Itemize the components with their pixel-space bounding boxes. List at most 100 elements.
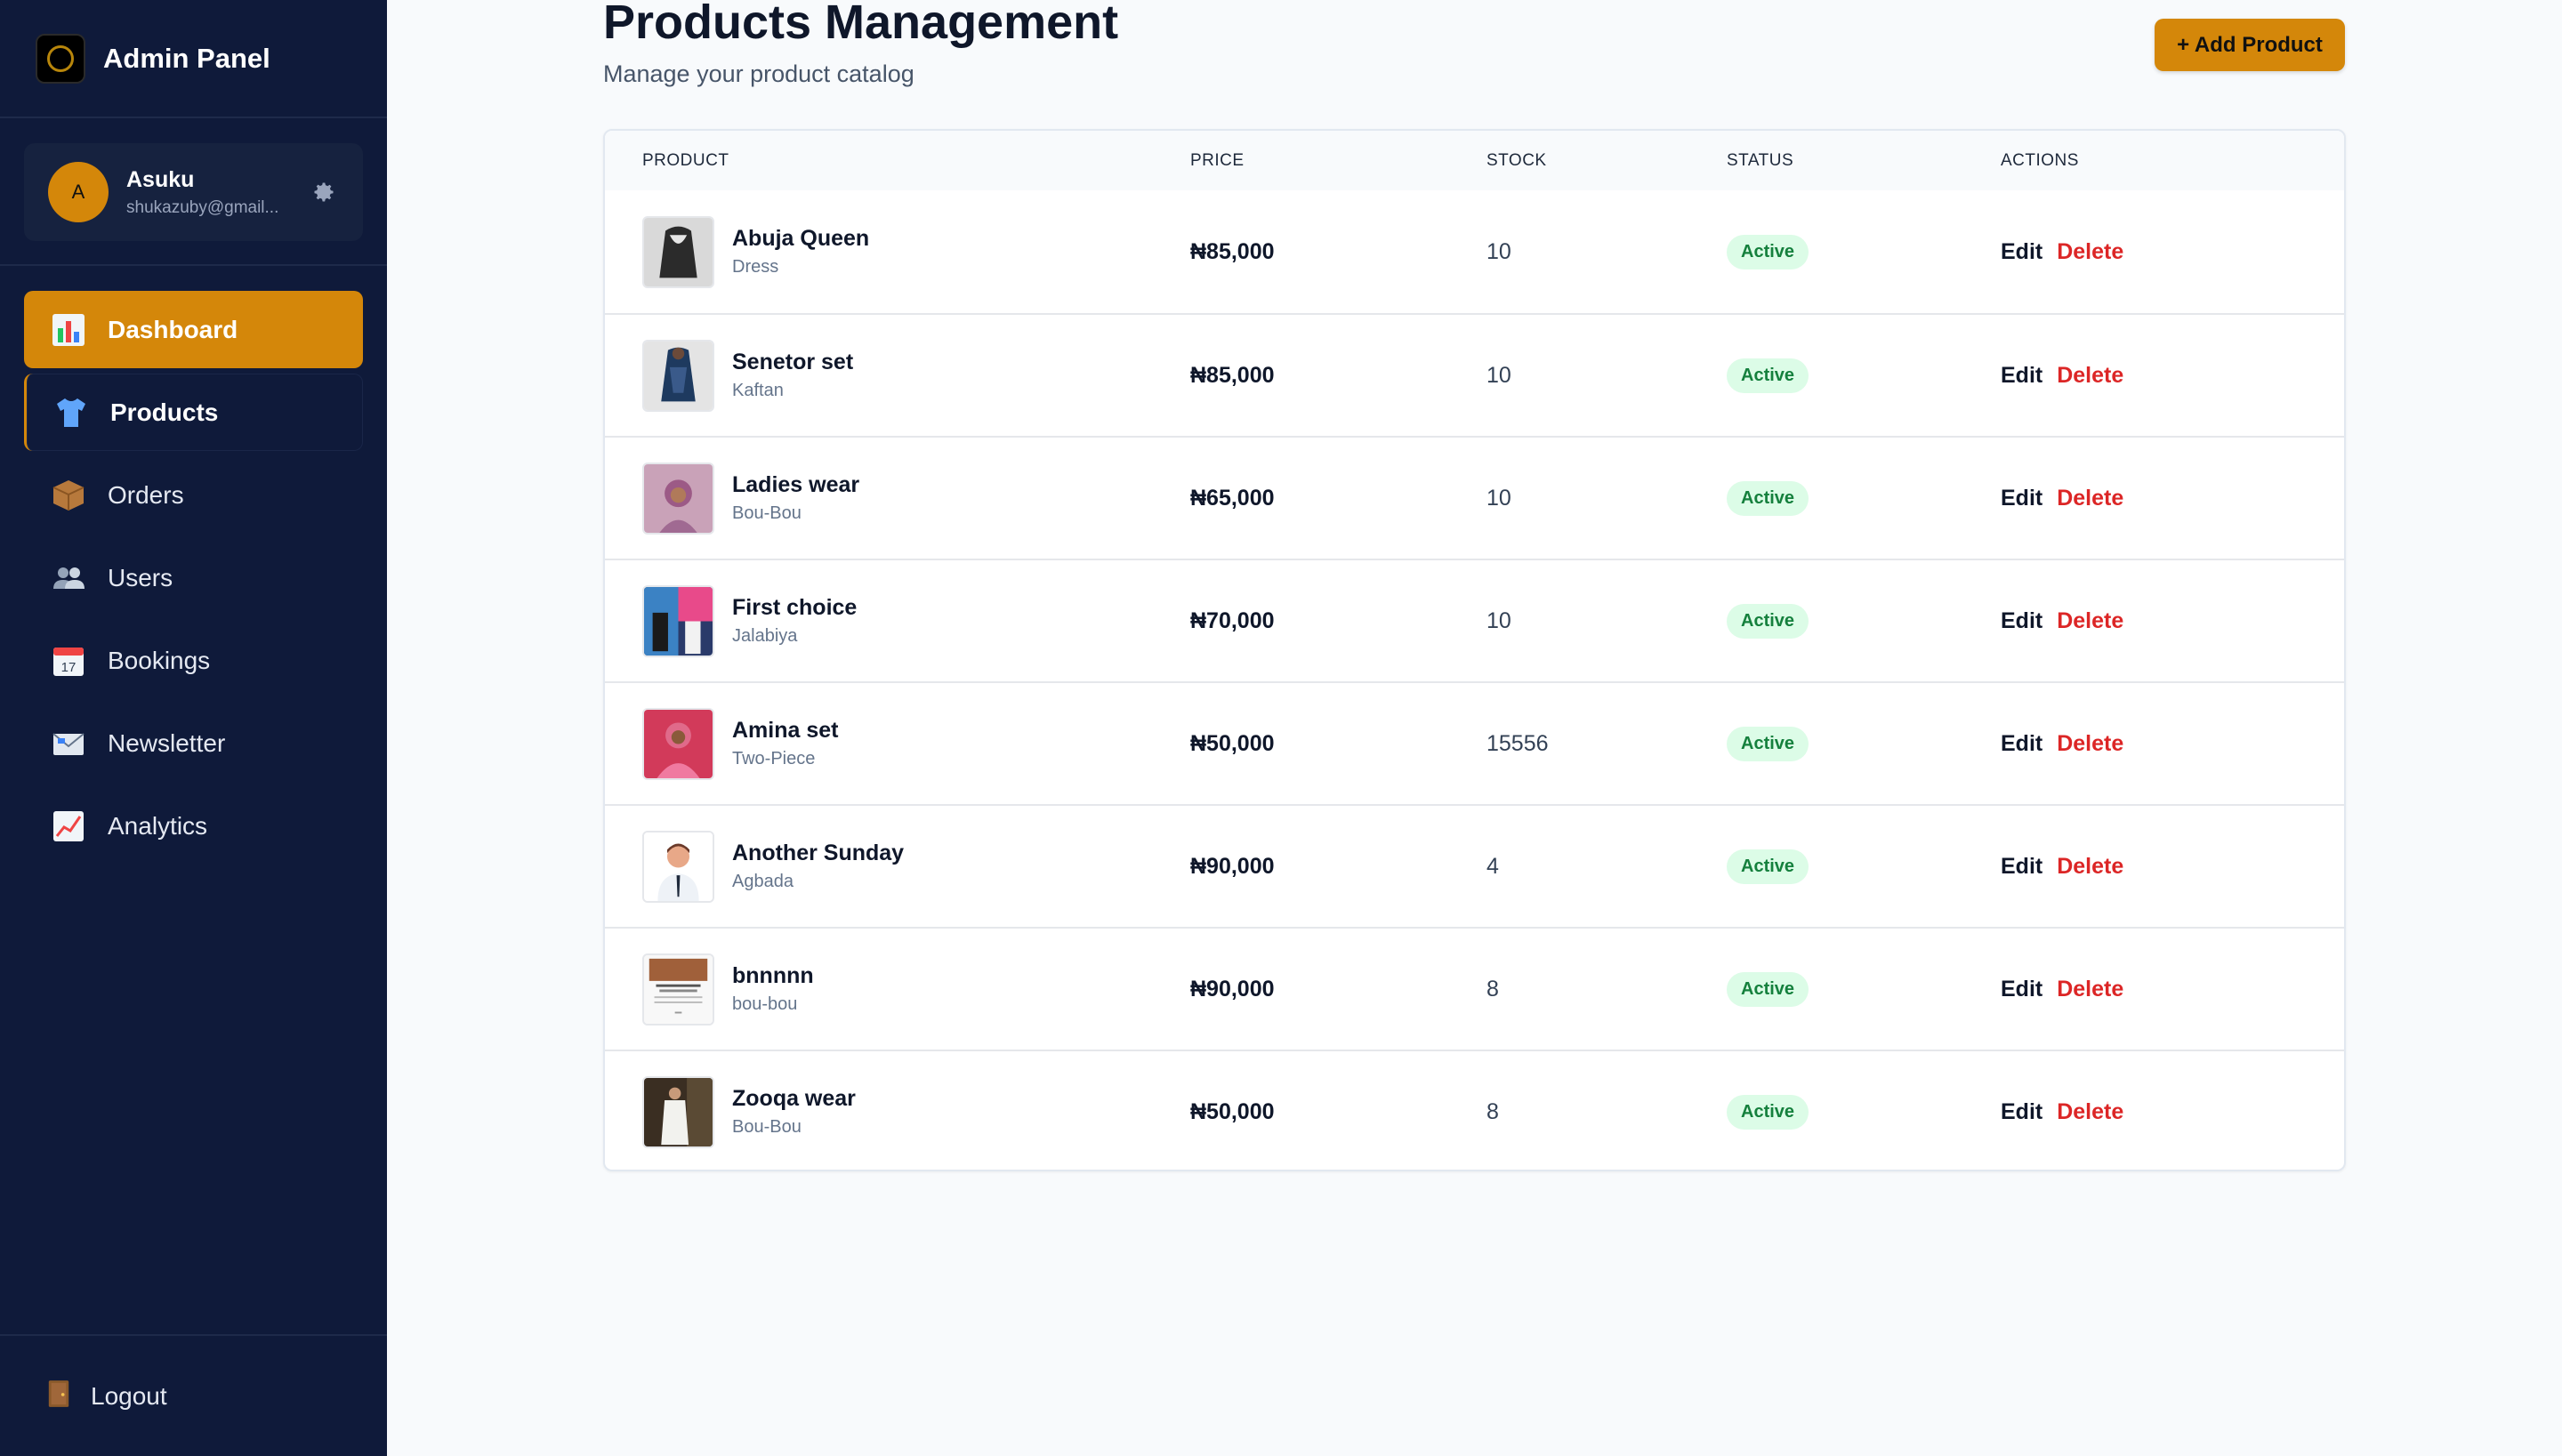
brand-title: Admin Panel <box>103 42 270 74</box>
product-thumbnail[interactable] <box>642 707 714 780</box>
edit-button[interactable]: Edit <box>2001 1099 2042 1125</box>
product-category: Bou-Bou <box>732 503 802 523</box>
sidebar: Admin Panel A Asuku shukazuby@gmail... D… <box>0 0 387 1456</box>
column-header-actions: ACTIONS <box>2001 150 2079 170</box>
status-badge: Active <box>1727 358 1809 393</box>
edit-button[interactable]: Edit <box>2001 731 2042 757</box>
product-stock: 4 <box>1486 853 1499 879</box>
product-thumbnail[interactable] <box>642 462 714 535</box>
status-badge: Active <box>1727 726 1809 761</box>
product-category: Bou-Bou <box>732 1117 802 1137</box>
logout-label: Logout <box>91 1381 167 1410</box>
product-price: ₦50,000 <box>1190 730 1275 756</box>
product-name: Amina set <box>732 718 839 743</box>
sidebar-item-label: Bookings <box>108 646 211 674</box>
gear-icon[interactable] <box>311 180 336 205</box>
product-price: ₦85,000 <box>1190 362 1275 388</box>
delete-button[interactable]: Delete <box>2057 854 2123 880</box>
product-name: Abuja Queen <box>732 226 870 251</box>
sidebar-item-analytics[interactable]: Analytics <box>24 787 363 865</box>
product-name: Senetor set <box>732 350 854 374</box>
add-product-button[interactable]: + Add Product <box>2155 19 2345 71</box>
edit-button[interactable]: Edit <box>2001 239 2042 265</box>
user-card: A Asuku shukazuby@gmail... <box>24 143 363 241</box>
delete-button[interactable]: Delete <box>2057 977 2123 1002</box>
column-header-stock: STOCK <box>1486 150 1547 170</box>
column-header-status: STATUS <box>1727 150 1794 170</box>
users-icon <box>51 560 86 596</box>
sidebar-item-products[interactable]: Products <box>24 374 363 451</box>
edit-button[interactable]: Edit <box>2001 486 2042 511</box>
sidebar-item-label: Orders <box>108 480 184 509</box>
product-thumbnail[interactable] <box>642 584 714 657</box>
product-price: ₦85,000 <box>1190 238 1275 264</box>
column-header-product: PRODUCT <box>642 150 729 170</box>
sidebar-item-label: Products <box>110 398 219 426</box>
door-icon <box>46 1379 71 1413</box>
user-section: A Asuku shukazuby@gmail... <box>0 118 387 266</box>
status-badge: Active <box>1727 234 1809 269</box>
product-category: Two-Piece <box>732 749 816 768</box>
delete-button[interactable]: Delete <box>2057 731 2123 757</box>
product-category: Agbada <box>732 872 794 891</box>
status-badge: Active <box>1727 849 1809 884</box>
delete-button[interactable]: Delete <box>2057 608 2123 634</box>
envelope-icon <box>51 726 86 761</box>
brand-header: Admin Panel <box>0 0 387 118</box>
calendar-icon: 17 <box>51 643 86 679</box>
product-category: Jalabiya <box>732 626 798 646</box>
brand-logo-icon <box>36 33 85 84</box>
product-name: First choice <box>732 595 858 620</box>
page-subtitle: Manage your product catalog <box>603 60 914 87</box>
table-row: First choice Jalabiya ₦70,000 10 Active … <box>605 559 2344 681</box>
sidebar-item-label: Users <box>108 563 173 591</box>
sidebar-item-bookings[interactable]: 17 Bookings <box>24 622 363 699</box>
sidebar-item-newsletter[interactable]: Newsletter <box>24 704 363 782</box>
delete-button[interactable]: Delete <box>2057 239 2123 265</box>
status-badge: Active <box>1727 480 1809 516</box>
logout-button[interactable]: Logout <box>0 1334 387 1456</box>
edit-button[interactable]: Edit <box>2001 608 2042 634</box>
product-stock: 10 <box>1486 485 1511 511</box>
tshirt-icon <box>53 395 89 430</box>
product-thumbnail[interactable] <box>642 830 714 903</box>
product-stock: 8 <box>1486 976 1499 1002</box>
sidebar-item-orders[interactable]: Orders <box>24 456 363 534</box>
product-thumbnail[interactable] <box>642 215 714 288</box>
table-row: bnnnnn bou-bou ₦90,000 8 Active Edit Del… <box>605 927 2344 1050</box>
table-row: Abuja Queen Dress ₦85,000 10 Active Edit… <box>605 190 2344 313</box>
product-thumbnail[interactable] <box>642 339 714 412</box>
product-stock: 10 <box>1486 362 1511 388</box>
sidebar-item-label: Dashboard <box>108 315 238 343</box>
products-table: PRODUCT PRICE STOCK STATUS ACTIONS Abuja… <box>603 129 2346 1171</box>
user-name: Asuku <box>126 166 195 192</box>
product-stock: 15556 <box>1486 730 1549 756</box>
product-thumbnail[interactable] <box>642 953 714 1026</box>
product-name: Zooqa wear <box>732 1086 856 1111</box>
main-content: Products Management Manage your product … <box>387 0 2562 1456</box>
sidebar-item-dashboard[interactable]: Dashboard <box>24 291 363 368</box>
product-thumbnail[interactable] <box>642 1075 714 1148</box>
table-row: Zooqa wear Bou-Bou ₦50,000 8 Active Edit… <box>605 1050 2344 1170</box>
column-header-price: PRICE <box>1190 150 1245 170</box>
edit-button[interactable]: Edit <box>2001 977 2042 1002</box>
sidebar-nav: Dashboard Products Orders Users 17 Booki… <box>0 266 387 870</box>
product-name: bnnnnn <box>732 963 814 988</box>
delete-button[interactable]: Delete <box>2057 363 2123 389</box>
table-row: Amina set Two-Piece ₦50,000 15556 Active… <box>605 681 2344 804</box>
product-price: ₦65,000 <box>1190 485 1275 511</box>
table-row: Ladies wear Bou-Bou ₦65,000 10 Active Ed… <box>605 436 2344 559</box>
product-name: Another Sunday <box>732 841 905 865</box>
product-price: ₦90,000 <box>1190 853 1275 879</box>
product-category: Dress <box>732 257 779 277</box>
delete-button[interactable]: Delete <box>2057 486 2123 511</box>
status-badge: Active <box>1727 971 1809 1007</box>
app-root: Admin Panel A Asuku shukazuby@gmail... D… <box>0 0 2562 1456</box>
sidebar-item-users[interactable]: Users <box>24 539 363 616</box>
delete-button[interactable]: Delete <box>2057 1099 2123 1125</box>
product-price: ₦90,000 <box>1190 976 1275 1002</box>
edit-button[interactable]: Edit <box>2001 363 2042 389</box>
svg-text:17: 17 <box>61 660 77 675</box>
sidebar-item-label: Newsletter <box>108 728 226 757</box>
edit-button[interactable]: Edit <box>2001 854 2042 880</box>
